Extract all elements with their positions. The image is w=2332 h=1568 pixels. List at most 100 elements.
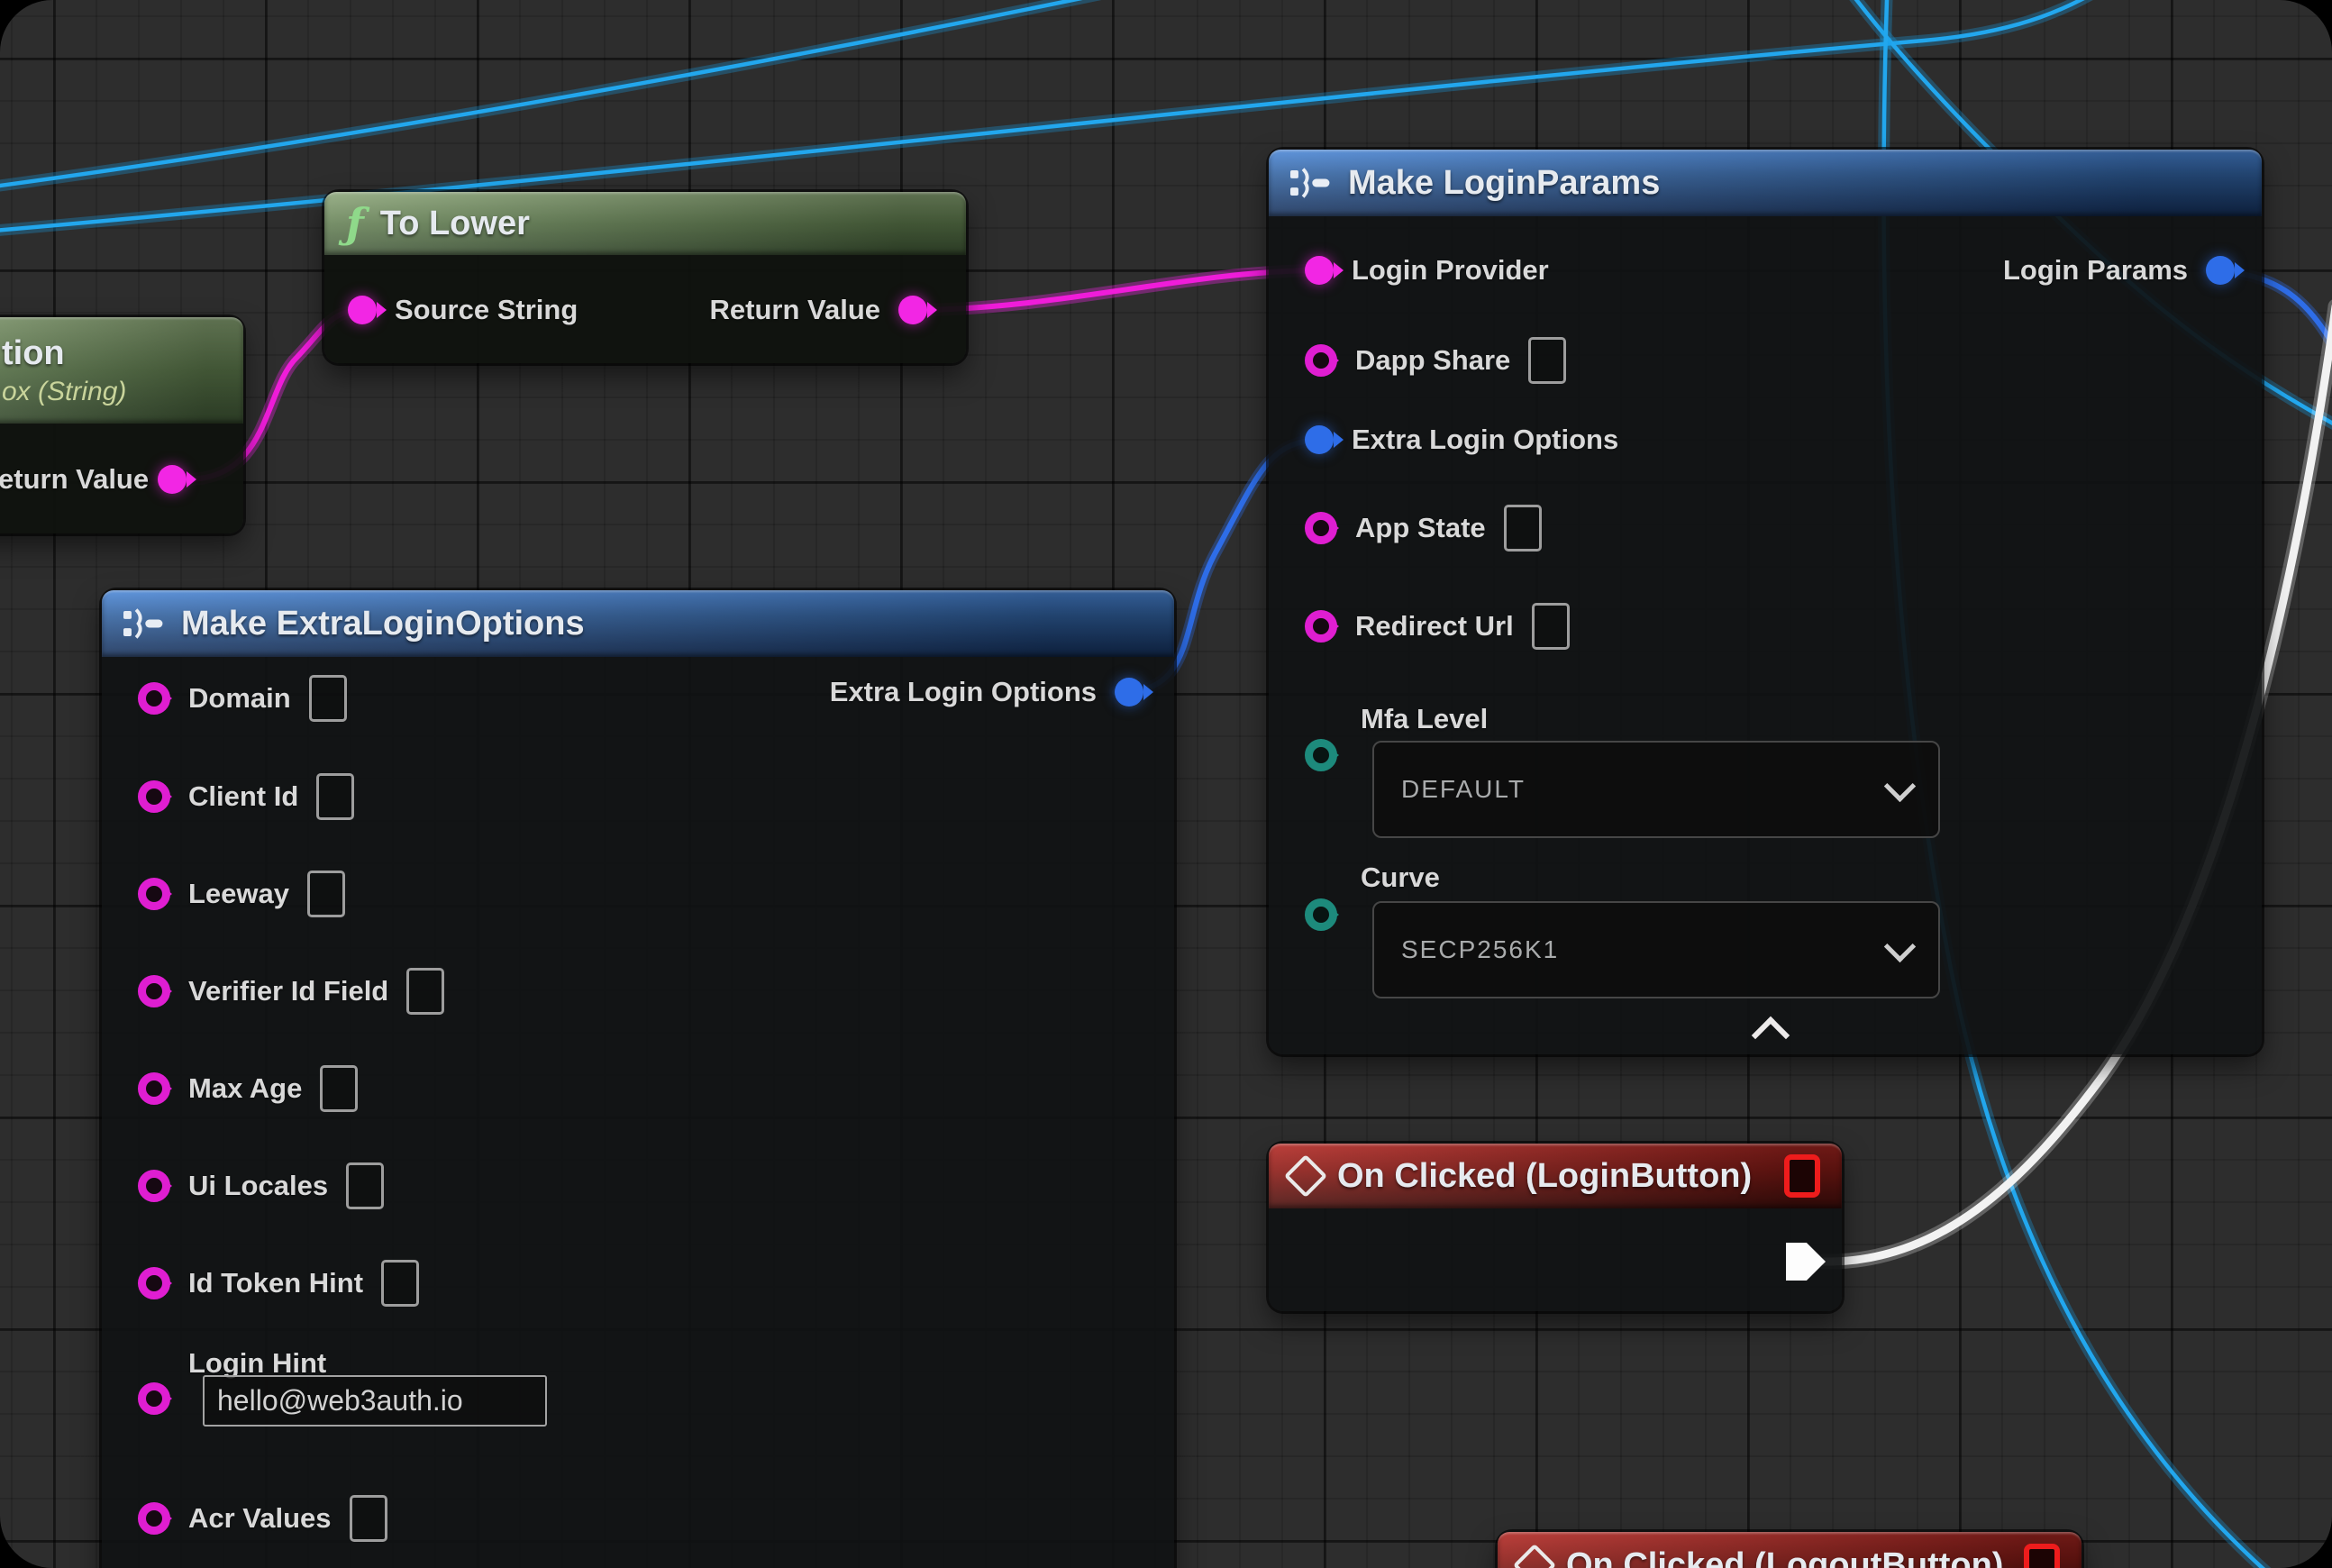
domain-pin[interactable] [138, 682, 170, 715]
source-string-label: Source String [395, 294, 578, 326]
return-value-label: Return Value [710, 294, 881, 326]
event-diamond-icon [1513, 1544, 1556, 1568]
node-make-login-params[interactable]: Make LoginParams Login Provider Login Pa… [1269, 150, 2262, 1054]
pin-row: Dapp Share [1305, 335, 1566, 386]
leeway-checkbox[interactable] [307, 871, 345, 917]
node-to-lower-header[interactable]: ƒ To Lower [324, 192, 966, 255]
id-token-hint-label: Id Token Hint [188, 1267, 363, 1299]
domain-checkbox[interactable] [309, 675, 347, 722]
dapp-share-checkbox[interactable] [1528, 337, 1566, 384]
node-on-clicked-logoutbutton-header[interactable]: On Clicked (LogoutButton) [1498, 1532, 2081, 1568]
domain-label: Domain [188, 682, 291, 715]
mfa-level-pin[interactable] [1305, 739, 1337, 771]
label-row: Curve [1361, 852, 1440, 903]
pin-row: Id Token Hint [138, 1258, 419, 1308]
extra-login-options-pin[interactable] [1305, 425, 1334, 454]
curve-dropdown[interactable]: SECP256K1 [1372, 901, 1940, 998]
curve-pin[interactable] [1305, 898, 1337, 931]
login-provider-label: Login Provider [1352, 254, 1549, 287]
node-textbox-partial-header[interactable]: tion ox (String) [0, 317, 243, 424]
pin-row: Source String [348, 285, 578, 335]
blueprint-graph-canvas[interactable]: tion ox (String) eturn Value ƒ To Lower … [0, 0, 2332, 1568]
max-age-checkbox[interactable] [320, 1065, 358, 1112]
verifier-id-field-label: Verifier Id Field [188, 975, 388, 1007]
leeway-label: Leeway [188, 878, 289, 910]
exec-output-pin[interactable] [1786, 1243, 1826, 1281]
pin-row: Ui Locales [138, 1161, 384, 1211]
string-output-pin[interactable] [158, 465, 187, 494]
extra-login-options-out-label: Extra Login Options [830, 676, 1097, 708]
node-on-clicked-logoutbutton[interactable]: On Clicked (LogoutButton) [1498, 1532, 2081, 1568]
mfa-level-label: Mfa Level [1361, 703, 1488, 735]
label-row: Mfa Level [1361, 694, 1488, 744]
pin-row: Login Params [2003, 245, 2235, 296]
node-make-extra-login-options[interactable]: Make ExtraLoginOptions Domain Extra Logi… [102, 590, 1174, 1568]
login-hint-input[interactable] [203, 1375, 547, 1427]
node-make-login-params-header[interactable]: Make LoginParams [1269, 150, 2262, 216]
dapp-share-pin[interactable] [1305, 344, 1337, 377]
redirect-url-pin[interactable] [1305, 610, 1337, 643]
app-state-checkbox[interactable] [1504, 505, 1542, 552]
return-value-pin[interactable] [898, 296, 927, 324]
mfa-level-dropdown[interactable]: DEFAULT [1372, 741, 1940, 838]
ui-locales-pin[interactable] [138, 1170, 170, 1202]
node-title: Make LoginParams [1348, 164, 1660, 203]
pin-row: Extra Login Options [1305, 415, 1618, 465]
login-hint-pin[interactable] [138, 1382, 170, 1415]
acr-values-pin[interactable] [138, 1502, 170, 1535]
pin-row: Leeway [138, 869, 345, 919]
pin-row: Verifier Id Field [138, 966, 444, 1016]
ui-locales-checkbox[interactable] [346, 1162, 384, 1209]
login-params-label: Login Params [2003, 254, 2188, 287]
login-provider-pin[interactable] [1305, 256, 1334, 285]
max-age-label: Max Age [188, 1072, 302, 1105]
pin-row: Extra Login Options [830, 667, 1143, 717]
extra-login-options-label: Extra Login Options [1352, 424, 1618, 456]
verifier-id-field-pin[interactable] [138, 975, 170, 1007]
widget-bind-icon [1784, 1154, 1820, 1198]
acr-values-label: Acr Values [188, 1502, 332, 1535]
node-textbox-partial[interactable]: tion ox (String) eturn Value [0, 317, 243, 533]
app-state-label: App State [1355, 512, 1486, 544]
function-icon: ƒ [346, 203, 364, 244]
curve-label: Curve [1361, 861, 1440, 894]
node-make-extra-login-options-header[interactable]: Make ExtraLoginOptions [102, 590, 1174, 657]
pin-row: Return Value [710, 285, 928, 335]
redirect-url-checkbox[interactable] [1532, 603, 1570, 650]
event-diamond-icon [1284, 1154, 1327, 1198]
login-params-output-pin[interactable] [2206, 256, 2235, 285]
node-title: tion [2, 334, 65, 373]
id-token-hint-pin[interactable] [138, 1267, 170, 1299]
pin-row: Domain [138, 673, 347, 724]
source-string-pin[interactable] [348, 296, 377, 324]
max-age-pin[interactable] [138, 1072, 170, 1105]
pin-row: eturn Value [0, 454, 187, 505]
pin-row: Login Provider [1305, 245, 1549, 296]
collapse-node-chevron-icon[interactable] [1752, 1016, 1790, 1054]
pin-row: Client Id [138, 771, 354, 822]
chevron-down-icon [1884, 770, 1916, 801]
node-title: Make ExtraLoginOptions [181, 605, 585, 643]
redirect-url-label: Redirect Url [1355, 610, 1514, 643]
return-value-pin-label: eturn Value [0, 463, 149, 496]
node-subtitle: ox (String) [2, 377, 126, 407]
verifier-id-field-checkbox[interactable] [406, 968, 444, 1015]
mfa-level-value: DEFAULT [1401, 775, 1526, 804]
widget-bind-icon [2024, 1544, 2060, 1568]
node-title: To Lower [380, 205, 530, 243]
id-token-hint-checkbox[interactable] [381, 1260, 419, 1307]
client-id-checkbox[interactable] [316, 773, 354, 820]
app-state-pin[interactable] [1305, 512, 1337, 544]
make-struct-icon [1290, 168, 1332, 198]
node-on-clicked-loginbutton[interactable]: On Clicked (LoginButton) [1269, 1144, 1842, 1311]
node-on-clicked-loginbutton-header[interactable]: On Clicked (LoginButton) [1269, 1144, 1842, 1208]
client-id-pin[interactable] [138, 780, 170, 813]
acr-values-checkbox[interactable] [350, 1495, 387, 1542]
ui-locales-label: Ui Locales [188, 1170, 328, 1202]
node-to-lower[interactable]: ƒ To Lower Source String Return Value [324, 192, 966, 363]
pin-row: Redirect Url [1305, 601, 1570, 652]
extra-login-options-output-pin[interactable] [1115, 678, 1143, 707]
pin-row: Acr Values [138, 1493, 387, 1544]
chevron-down-icon [1884, 930, 1916, 962]
leeway-pin[interactable] [138, 878, 170, 910]
